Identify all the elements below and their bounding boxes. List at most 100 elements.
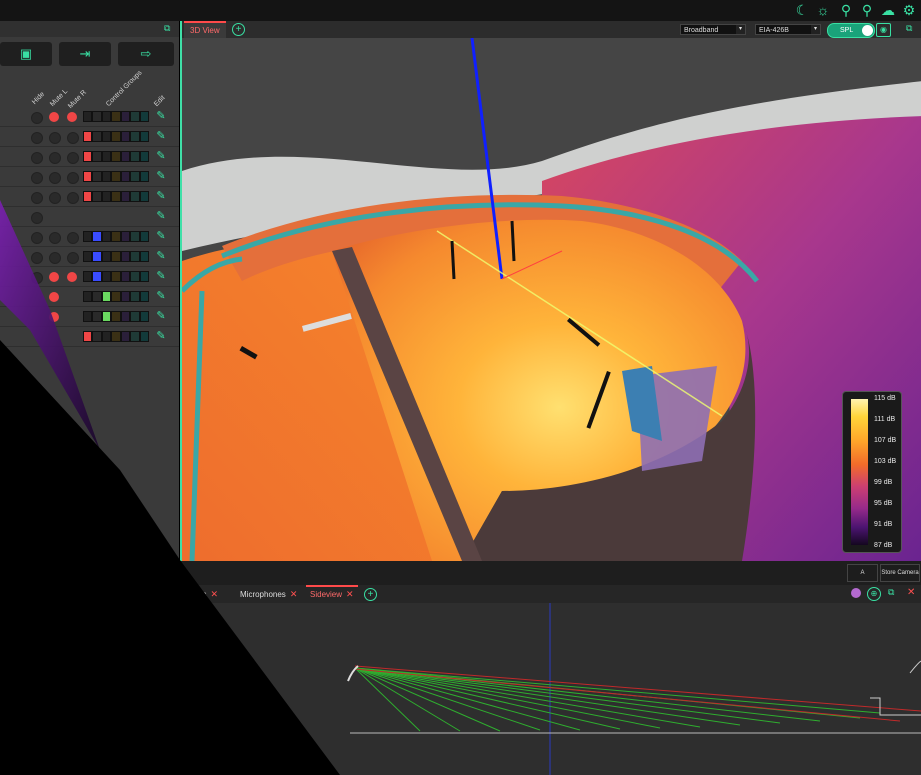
mute-l-toggle[interactable]: [49, 152, 61, 164]
detach-icon[interactable]: ⧉: [888, 587, 894, 598]
control-group-swatches[interactable]: [83, 131, 149, 142]
mute-l-toggle[interactable]: [49, 252, 61, 264]
mute-r-toggle[interactable]: [67, 252, 79, 264]
weighting-select[interactable]: EIA-426B ▾: [755, 24, 821, 35]
group-swatch[interactable]: [120, 131, 131, 142]
gear-icon[interactable]: ⚙: [901, 2, 917, 18]
pencil-icon[interactable]: ✎: [154, 329, 168, 343]
pencil-icon[interactable]: ✎: [154, 289, 168, 303]
pencil-icon[interactable]: ✎: [154, 149, 168, 163]
mute-l-toggle[interactable]: [49, 132, 61, 144]
group-swatch[interactable]: [120, 291, 131, 302]
group-swatch[interactable]: [101, 231, 112, 242]
group-swatch[interactable]: [83, 231, 93, 242]
group-swatch[interactable]: [111, 251, 121, 262]
camera-icon[interactable]: ◉: [876, 23, 891, 37]
group-swatch[interactable]: [130, 111, 140, 122]
group-swatch[interactable]: [92, 111, 102, 122]
group-swatch[interactable]: [111, 111, 121, 122]
tab-3d-view[interactable]: 3D View: [184, 21, 226, 38]
sun-icon[interactable]: ☼: [815, 2, 831, 18]
tab-sideview[interactable]: Sideview ✕: [306, 585, 358, 601]
group-swatch[interactable]: [130, 331, 140, 342]
group-swatch[interactable]: [120, 271, 131, 282]
group-swatch[interactable]: [139, 191, 149, 202]
source-row[interactable]: ✎: [0, 307, 179, 327]
group-swatch[interactable]: [111, 131, 121, 142]
group-swatch[interactable]: [92, 171, 102, 182]
source-row[interactable]: ✎: [0, 267, 179, 287]
group-swatch[interactable]: [120, 251, 131, 262]
group-swatch[interactable]: [83, 171, 93, 182]
stadium-render[interactable]: [182, 21, 921, 561]
control-group-swatches[interactable]: [83, 171, 149, 182]
group-swatch[interactable]: [92, 251, 102, 262]
group-swatch[interactable]: [111, 231, 121, 242]
group-swatch[interactable]: [120, 171, 131, 182]
pencil-icon[interactable]: ✎: [154, 229, 168, 243]
band-select[interactable]: Broadband ▾: [680, 24, 746, 35]
add-tab-icon[interactable]: +: [364, 588, 377, 601]
control-group-swatches[interactable]: [83, 191, 149, 202]
group-swatch[interactable]: [101, 131, 112, 142]
close-icon[interactable]: ✕: [907, 587, 915, 598]
close-icon[interactable]: ✕: [210, 589, 218, 599]
group-swatch[interactable]: [120, 191, 131, 202]
group-swatch[interactable]: [139, 311, 149, 322]
mute-l-toggle[interactable]: [49, 172, 61, 184]
group-swatch[interactable]: [111, 311, 121, 322]
group-swatch[interactable]: [92, 311, 102, 322]
pencil-icon[interactable]: ✎: [154, 129, 168, 143]
group-swatch[interactable]: [111, 151, 121, 162]
group-swatch[interactable]: [83, 271, 93, 282]
group-swatch[interactable]: [130, 311, 140, 322]
control-group-swatches[interactable]: [83, 311, 149, 322]
mute-r-toggle[interactable]: [67, 152, 79, 164]
group-swatch[interactable]: [139, 291, 149, 302]
control-group-swatches[interactable]: [83, 151, 149, 162]
group-swatch[interactable]: [130, 271, 140, 282]
source-row[interactable]: ✎: [0, 127, 179, 147]
source-row[interactable]: ✎: [0, 227, 179, 247]
mute-l-toggle[interactable]: [49, 292, 59, 302]
group-swatch[interactable]: [92, 271, 102, 282]
detach-icon[interactable]: ⧉: [164, 23, 170, 34]
pencil-icon[interactable]: ✎: [154, 249, 168, 263]
pencil-icon[interactable]: ✎: [154, 209, 168, 223]
group-swatch[interactable]: [130, 171, 140, 182]
hide-toggle[interactable]: [31, 152, 43, 164]
group-swatch[interactable]: [92, 131, 102, 142]
group-swatch[interactable]: [111, 191, 121, 202]
mute-r-toggle[interactable]: [67, 192, 79, 204]
color-dot-icon[interactable]: [851, 588, 861, 598]
hide-toggle[interactable]: [31, 252, 43, 264]
view-a-button[interactable]: A: [847, 564, 878, 582]
source-row[interactable]: ✎: [0, 287, 179, 307]
group-swatch[interactable]: [83, 291, 93, 302]
group-swatch[interactable]: [92, 191, 102, 202]
group-swatch[interactable]: [111, 171, 121, 182]
group-swatch[interactable]: [139, 231, 149, 242]
group-swatch[interactable]: [83, 311, 93, 322]
source-row[interactable]: ✎: [0, 327, 179, 347]
mute-l-toggle[interactable]: [49, 232, 61, 244]
group-swatch[interactable]: [139, 111, 149, 122]
close-icon[interactable]: ✕: [346, 589, 354, 599]
control-group-swatches[interactable]: [83, 291, 149, 302]
source-row[interactable]: ✎: [0, 247, 179, 267]
group-swatch[interactable]: [130, 131, 140, 142]
group-swatch[interactable]: [120, 151, 131, 162]
group-swatch[interactable]: [83, 151, 93, 162]
source-row[interactable]: ✎: [0, 147, 179, 167]
group-swatch[interactable]: [139, 251, 149, 262]
new-folder-button[interactable]: ▣: [0, 42, 52, 66]
group-swatch[interactable]: [120, 331, 131, 342]
pencil-icon[interactable]: ✎: [154, 109, 168, 123]
group-swatch[interactable]: [83, 111, 93, 122]
group-swatch[interactable]: [83, 251, 93, 262]
cloud-upload-icon[interactable]: ☁: [880, 2, 896, 18]
group-swatch[interactable]: [101, 271, 112, 282]
pencil-icon[interactable]: ✎: [154, 309, 168, 323]
group-swatch[interactable]: [120, 231, 131, 242]
control-group-swatches[interactable]: [83, 251, 149, 262]
